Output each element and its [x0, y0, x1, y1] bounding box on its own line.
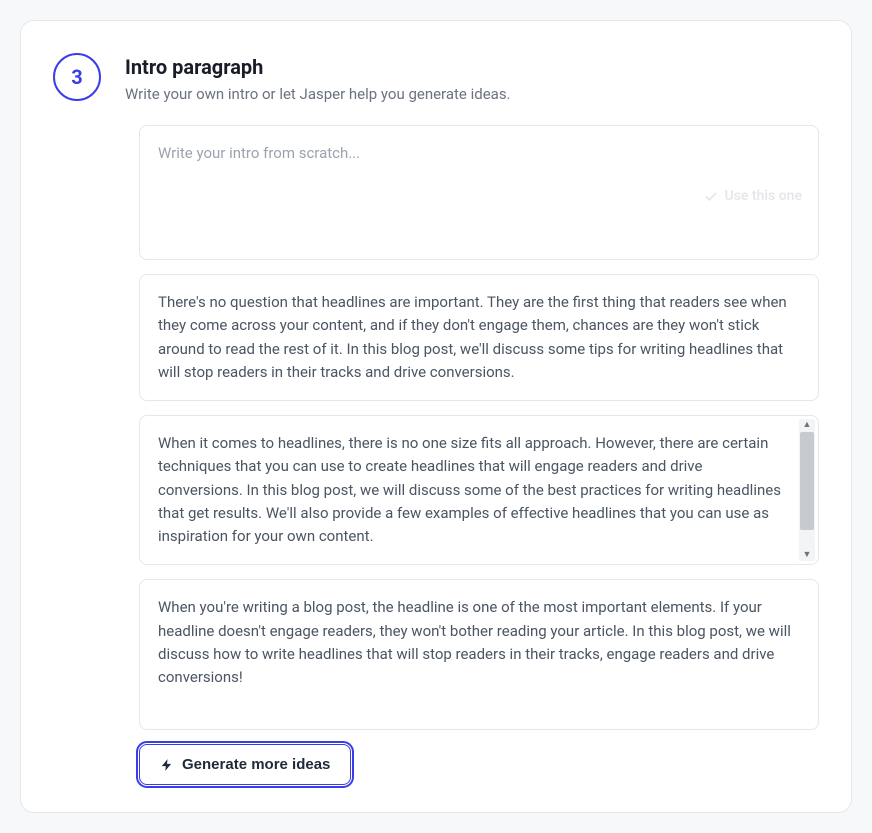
step-header: 3 Intro paragraph Write your own intro o…	[53, 53, 819, 103]
step-title: Intro paragraph	[125, 55, 511, 79]
content-column: Write your intro from scratch... Use thi…	[139, 125, 819, 785]
step-number-badge: 3	[53, 53, 101, 101]
use-this-label: Use this one	[724, 186, 802, 207]
lightning-icon	[160, 758, 174, 772]
idea-text: When you're writing a blog post, the hea…	[158, 598, 791, 686]
generate-more-label: Generate more ideas	[182, 756, 330, 773]
use-this-one-button[interactable]: Use this one	[704, 186, 802, 207]
intro-idea-option[interactable]: When it comes to headlines, there is no …	[139, 415, 819, 565]
step-subtitle: Write your own intro or let Jasper help …	[125, 85, 511, 103]
intro-idea-option[interactable]: There's no question that headlines are i…	[139, 274, 819, 401]
intro-paragraph-card: 3 Intro paragraph Write your own intro o…	[20, 20, 852, 813]
scrollbar-up-arrow-icon[interactable]: ▲	[803, 419, 812, 431]
step-header-text: Intro paragraph Write your own intro or …	[125, 53, 511, 103]
idea-text: When it comes to headlines, there is no …	[158, 434, 781, 545]
intro-idea-option[interactable]: When you're writing a blog post, the hea…	[139, 579, 819, 730]
scratch-placeholder: Write your intro from scratch...	[158, 144, 360, 162]
scrollbar[interactable]: ▲ ▼	[799, 419, 815, 561]
idea-text: There's no question that headlines are i…	[158, 293, 787, 381]
scrollbar-down-arrow-icon[interactable]: ▼	[803, 549, 812, 561]
scrollbar-thumb[interactable]	[800, 432, 814, 530]
intro-scratch-input[interactable]: Write your intro from scratch... Use thi…	[139, 125, 819, 260]
check-icon	[704, 190, 718, 204]
generate-more-ideas-button[interactable]: Generate more ideas	[139, 744, 351, 785]
